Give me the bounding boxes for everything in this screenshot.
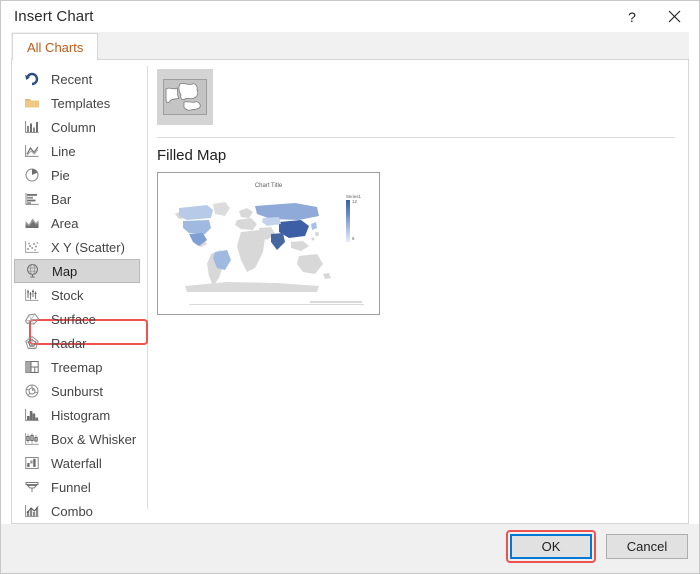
recent-icon — [23, 71, 40, 88]
dialog-content: Recent Templates Column Line Pie Bar Are… — [11, 60, 689, 524]
folder-icon — [23, 95, 40, 112]
legend-gradient-wrap: 12 6 — [345, 199, 371, 242]
sidebar-item-recent[interactable]: Recent — [12, 67, 147, 91]
sidebar-item-column[interactable]: Column — [12, 115, 147, 139]
title-bar-buttons: ? — [611, 1, 695, 32]
sidebar-item-label: Radar — [51, 335, 87, 351]
sidebar-item-radar[interactable]: Radar — [12, 331, 147, 355]
sunburst-icon — [23, 383, 40, 400]
chart-type-list[interactable]: Recent Templates Column Line Pie Bar Are… — [12, 60, 148, 523]
line-icon — [23, 143, 40, 160]
radar-icon — [23, 335, 40, 352]
sidebar-item-sunburst[interactable]: Sunburst — [12, 379, 147, 403]
legend-gradient-bar — [346, 200, 350, 242]
sidebar-item-combo[interactable]: Combo — [12, 499, 147, 523]
sidebar-item-funnel[interactable]: Funnel — [12, 475, 147, 499]
ok-button-label: OK — [541, 539, 561, 554]
dialog-title: Insert Chart — [14, 8, 94, 25]
sidebar-item-label: Templates — [51, 95, 111, 111]
tab-strip: All Charts — [1, 32, 699, 60]
sidebar-item-label: Bar — [51, 191, 72, 207]
legend-series-name: Series1 — [346, 194, 361, 199]
sidebar-item-bar[interactable]: Bar — [12, 187, 147, 211]
sidebar-item-label: Area — [51, 215, 79, 231]
insert-chart-dialog: Insert Chart ? All Charts Recent Templat… — [0, 0, 700, 574]
filled-map-preview: Chart Title Series1 12 6 — [163, 178, 374, 309]
sidebar-item-area[interactable]: Area — [12, 211, 147, 235]
sidebar-item-pie[interactable]: Pie — [12, 163, 147, 187]
sidebar-item-stock[interactable]: Stock — [12, 283, 147, 307]
map-globe-icon — [24, 263, 41, 280]
sidebar-item-label: Line — [51, 143, 76, 159]
stock-icon — [23, 287, 40, 304]
title-bar: Insert Chart ? — [1, 1, 699, 32]
sidebar-item-xy-scatter[interactable]: X Y (Scatter) — [12, 235, 147, 259]
combo-icon — [23, 503, 40, 520]
tab-all-charts-label: All Charts — [27, 39, 84, 55]
sidebar-item-label: Funnel — [51, 479, 91, 495]
attribution-line-bottom — [189, 303, 364, 306]
sidebar-item-map[interactable]: Map — [14, 259, 140, 283]
legend-min-label: 6 — [352, 236, 355, 241]
sidebar-item-label: Recent — [51, 71, 93, 87]
help-glyph: ? — [628, 8, 636, 25]
bar-icon — [23, 191, 40, 208]
dialog-footer: OK Cancel — [1, 524, 699, 573]
waterfall-icon — [23, 455, 40, 472]
sidebar-item-label: Box & Whisker — [51, 431, 137, 447]
sidebar-item-surface[interactable]: Surface — [12, 307, 147, 331]
sidebar-item-label: Stock — [51, 287, 84, 303]
sidebar-item-line[interactable]: Line — [12, 139, 147, 163]
legend-max-label: 12 — [352, 199, 357, 204]
sidebar-item-label: Histogram — [51, 407, 111, 423]
sidebar-item-label: Map — [52, 263, 78, 279]
variant-title: Filled Map — [157, 147, 227, 164]
cancel-button-label: Cancel — [626, 539, 668, 554]
boxwhisker-icon — [23, 431, 40, 448]
filled-map-preview-card[interactable]: Chart Title Series1 12 6 — [157, 172, 380, 315]
preview-chart-title: Chart Title — [254, 183, 283, 189]
filled-map-thumbnail-icon — [163, 79, 207, 115]
cancel-button[interactable]: Cancel — [606, 534, 688, 559]
treemap-icon — [23, 359, 40, 376]
help-icon[interactable]: ? — [611, 2, 653, 31]
attribution-line-top — [309, 301, 362, 303]
pane-divider — [157, 137, 675, 138]
tab-all-charts[interactable]: All Charts — [12, 33, 99, 60]
sidebar-item-templates[interactable]: Templates — [12, 91, 147, 115]
sidebar-item-label: Waterfall — [51, 455, 102, 471]
tab-strip-background — [11, 32, 689, 60]
surface-icon — [23, 311, 40, 328]
sidebar-item-label: Pie — [51, 167, 70, 183]
pie-icon — [23, 167, 40, 184]
scatter-icon — [23, 239, 40, 256]
sidebar-item-histogram[interactable]: Histogram — [12, 403, 147, 427]
histogram-icon — [23, 407, 40, 424]
sidebar-item-label: Column — [51, 119, 96, 135]
sidebar-item-label: Surface — [51, 311, 96, 327]
sidebar-item-treemap[interactable]: Treemap — [12, 355, 147, 379]
sidebar-item-label: Combo — [51, 503, 93, 519]
preview-legend: Series1 12 6 — [345, 194, 371, 242]
world-map-graphic — [175, 202, 331, 292]
funnel-icon — [23, 479, 40, 496]
sidebar-item-box-whisker[interactable]: Box & Whisker — [12, 427, 147, 451]
sidebar-item-label: Treemap — [51, 359, 103, 375]
sidebar-item-label: Sunburst — [51, 383, 104, 399]
close-icon[interactable] — [653, 2, 695, 31]
map-attribution — [189, 300, 364, 306]
sidebar-item-label: X Y (Scatter) — [51, 239, 125, 255]
close-glyph — [668, 10, 680, 23]
ok-button[interactable]: OK — [510, 534, 592, 559]
sidebar-item-waterfall[interactable]: Waterfall — [12, 451, 147, 475]
chart-preview-pane: Filled Map Chart Title Series1 12 6 — [147, 60, 688, 523]
area-icon — [23, 215, 40, 232]
column-icon — [23, 119, 40, 136]
filled-map-thumbnail-button[interactable] — [157, 69, 213, 125]
